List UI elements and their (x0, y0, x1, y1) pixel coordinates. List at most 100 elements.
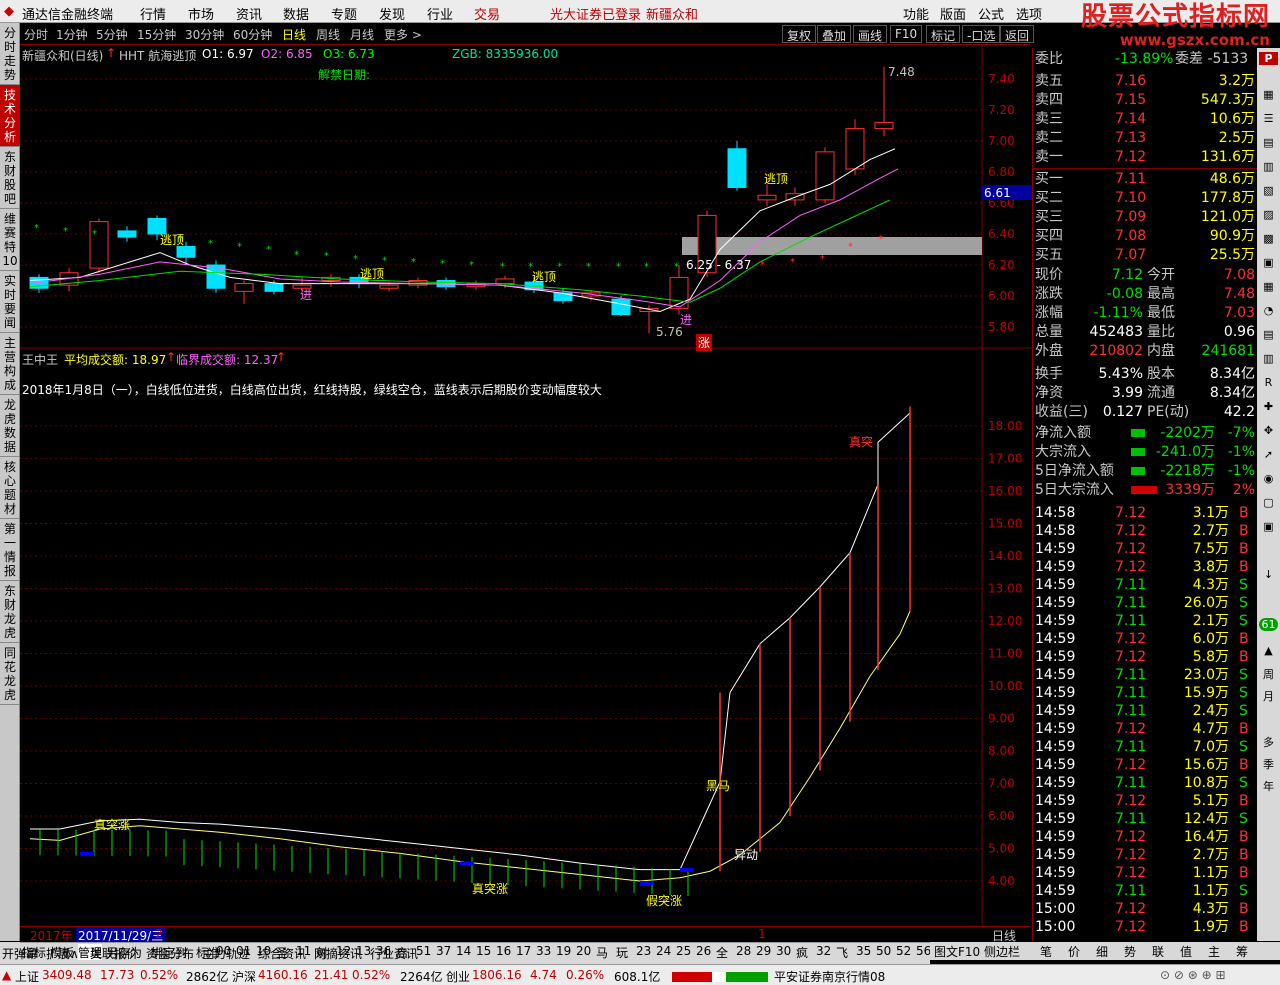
broker-status[interactable]: 光大证券已登录 (550, 4, 641, 23)
cell: 90.9万 (1209, 228, 1255, 244)
menu-item[interactable]: 市场 (188, 4, 214, 23)
left-tab-business[interactable]: 主营构成 (0, 333, 20, 395)
back-button[interactable]: 返回 (1000, 25, 1035, 43)
panel-icon[interactable]: ▩ (1259, 232, 1278, 245)
pie-icon[interactable]: ◔ (1259, 304, 1278, 317)
period-5min[interactable]: 5分钟 (96, 26, 128, 43)
left-tab-timeshare[interactable]: 分时走势 (0, 23, 20, 85)
period-year[interactable]: 年 (1259, 778, 1278, 794)
period-timeshare[interactable]: 分时 (24, 26, 48, 43)
move-icon[interactable]: ✥ (1259, 424, 1278, 437)
menu-item-options[interactable]: 选项 (1016, 4, 1042, 23)
sh-label[interactable]: 上证 (15, 968, 39, 985)
select-button[interactable]: -口选 (962, 25, 1001, 43)
hs-label[interactable]: 沪深 (232, 968, 256, 985)
chart-area[interactable]: * * * * * * * * * * * * * * * * * * * * * * * *** 7.407.207.006… (20, 45, 1032, 925)
mark-button[interactable]: 标记 (926, 25, 961, 43)
signal-star: * (848, 242, 853, 253)
lower-tab[interactable]: 关联报价 (90, 945, 138, 962)
left-tab-news[interactable]: 实时要闻 (0, 271, 20, 333)
period-1min[interactable]: 1分钟 (56, 26, 88, 43)
cell: 7.11 (1115, 775, 1147, 791)
y-axis-label: 6.40 (988, 227, 1015, 241)
left-tab-guba[interactable]: 东财股吧 (0, 147, 20, 209)
list-icon[interactable]: ☰ (1259, 112, 1278, 125)
lower-tab[interactable]: 开弹幕 (2, 945, 38, 962)
page-icon[interactable]: ▥ (1259, 352, 1278, 365)
period-more[interactable]: 更多 > (384, 26, 422, 43)
period-season[interactable]: 季 (1259, 756, 1278, 772)
chart-icon[interactable]: ▤ (1259, 136, 1278, 149)
period-multi[interactable]: 多 (1259, 734, 1278, 750)
up-icon[interactable]: ▲ (1259, 644, 1278, 657)
cell: 0.127 (1102, 404, 1143, 420)
cell: 14:59 (1035, 775, 1076, 791)
menu-item[interactable]: 发现 (379, 4, 405, 23)
grid-icon[interactable]: ▦ (1259, 88, 1278, 101)
box-icon[interactable]: ▣ (1259, 256, 1278, 269)
left-tab-dragon-tiger[interactable]: 龙虎数据 (0, 395, 20, 457)
menu-item[interactable]: 行业 (427, 4, 453, 23)
window-icon[interactable]: ▨ (1259, 208, 1278, 221)
period-daily[interactable]: 日线 (282, 26, 306, 43)
cell: 14:59 (1035, 793, 1076, 809)
signal-star: * (63, 226, 68, 237)
cell: 3339万 (1165, 482, 1215, 498)
overlay-button[interactable]: 叠加 (817, 25, 852, 43)
cell: B (1239, 757, 1249, 773)
lower-tab[interactable]: 网摘资讯 (314, 945, 362, 962)
chart-grid (20, 78, 982, 882)
lower-tab[interactable]: 资金分布 (146, 945, 194, 962)
arrow-icon[interactable]: ➚ (1259, 448, 1278, 461)
f10-button[interactable]: F10 (890, 25, 923, 43)
time-axis[interactable]: 2017年 2017/11/29/三 2 1 日线 (20, 926, 1030, 944)
period-60min[interactable]: 60分钟 (233, 26, 272, 43)
lower-tab[interactable]: 综合资讯 (258, 945, 306, 962)
period-15min[interactable]: 15分钟 (137, 26, 176, 43)
left-tab-ths-dragon[interactable]: 同花龙虎 (0, 643, 20, 705)
left-tab-intel[interactable]: 第一情报 (0, 519, 20, 581)
left-tab-theme[interactable]: 核心题材 (0, 457, 20, 519)
indicator-name[interactable]: HHT 航海逃顶 (119, 47, 196, 64)
draw-button[interactable]: 画线 (853, 25, 888, 43)
signal-star: * (674, 262, 679, 273)
menu-item[interactable]: 行情 (140, 4, 166, 23)
tool-icon[interactable]: ▣ (1259, 520, 1278, 533)
doc-icon[interactable]: ▢ (1259, 496, 1278, 509)
p-icon[interactable]: P (1259, 52, 1278, 65)
cell: 7.11 (1115, 613, 1147, 629)
lower-tab[interactable]: 主力轨迹 (202, 945, 250, 962)
layer-icon[interactable]: ▤ (1259, 328, 1278, 341)
rsi-icon[interactable]: R (1259, 376, 1278, 389)
menu-item-trade[interactable]: 交易 (474, 4, 500, 23)
menu-item[interactable]: 资讯 (236, 4, 262, 23)
left-tab-east-dragon[interactable]: 东财龙虎 (0, 581, 20, 643)
cy-label[interactable]: 创业 (446, 968, 470, 985)
menu-item-function[interactable]: 功能 (903, 4, 929, 23)
arrow-down-icon[interactable]: ↓ (1259, 568, 1278, 581)
cell: 5.8万 (1192, 649, 1229, 665)
period-30min[interactable]: 30分钟 (185, 26, 224, 43)
lower-tab[interactable]: 行业资讯 (370, 945, 418, 962)
table-icon[interactable]: ▧ (1259, 184, 1278, 197)
menu-item-layout[interactable]: 版面 (940, 4, 966, 23)
period-month[interactable]: 月 (1259, 688, 1278, 704)
left-tab-technical[interactable]: 技术分析 (0, 85, 20, 147)
lower-tab[interactable]: 扩展∧ (46, 945, 79, 962)
period-weekly[interactable]: 周线 (316, 26, 340, 43)
period-week[interactable]: 周 (1259, 666, 1278, 682)
count-badge[interactable]: 61 (1259, 618, 1278, 631)
gear-icon[interactable]: ✚ (1259, 400, 1278, 413)
order-book-sell-row: 卖三 7.14 10.6万 (1035, 110, 1255, 128)
bell-icon[interactable]: ◉ (1259, 472, 1278, 485)
menu-item-formula[interactable]: 公式 (978, 4, 1004, 23)
bar-icon[interactable]: ▦ (1259, 280, 1278, 293)
tick-row: 14:59 7.12 5.1万 B (1035, 792, 1255, 810)
menu-item[interactable]: 数据 (283, 4, 309, 23)
period-monthly[interactable]: 月线 (350, 26, 374, 43)
menu-item[interactable]: 专题 (331, 4, 357, 23)
sheet-icon[interactable]: ▥ (1259, 160, 1278, 173)
fq-button[interactable]: 复权 (782, 25, 817, 43)
left-tab-weisaite[interactable]: 维赛特10 (0, 209, 20, 271)
cell: 7.5万 (1192, 541, 1229, 557)
